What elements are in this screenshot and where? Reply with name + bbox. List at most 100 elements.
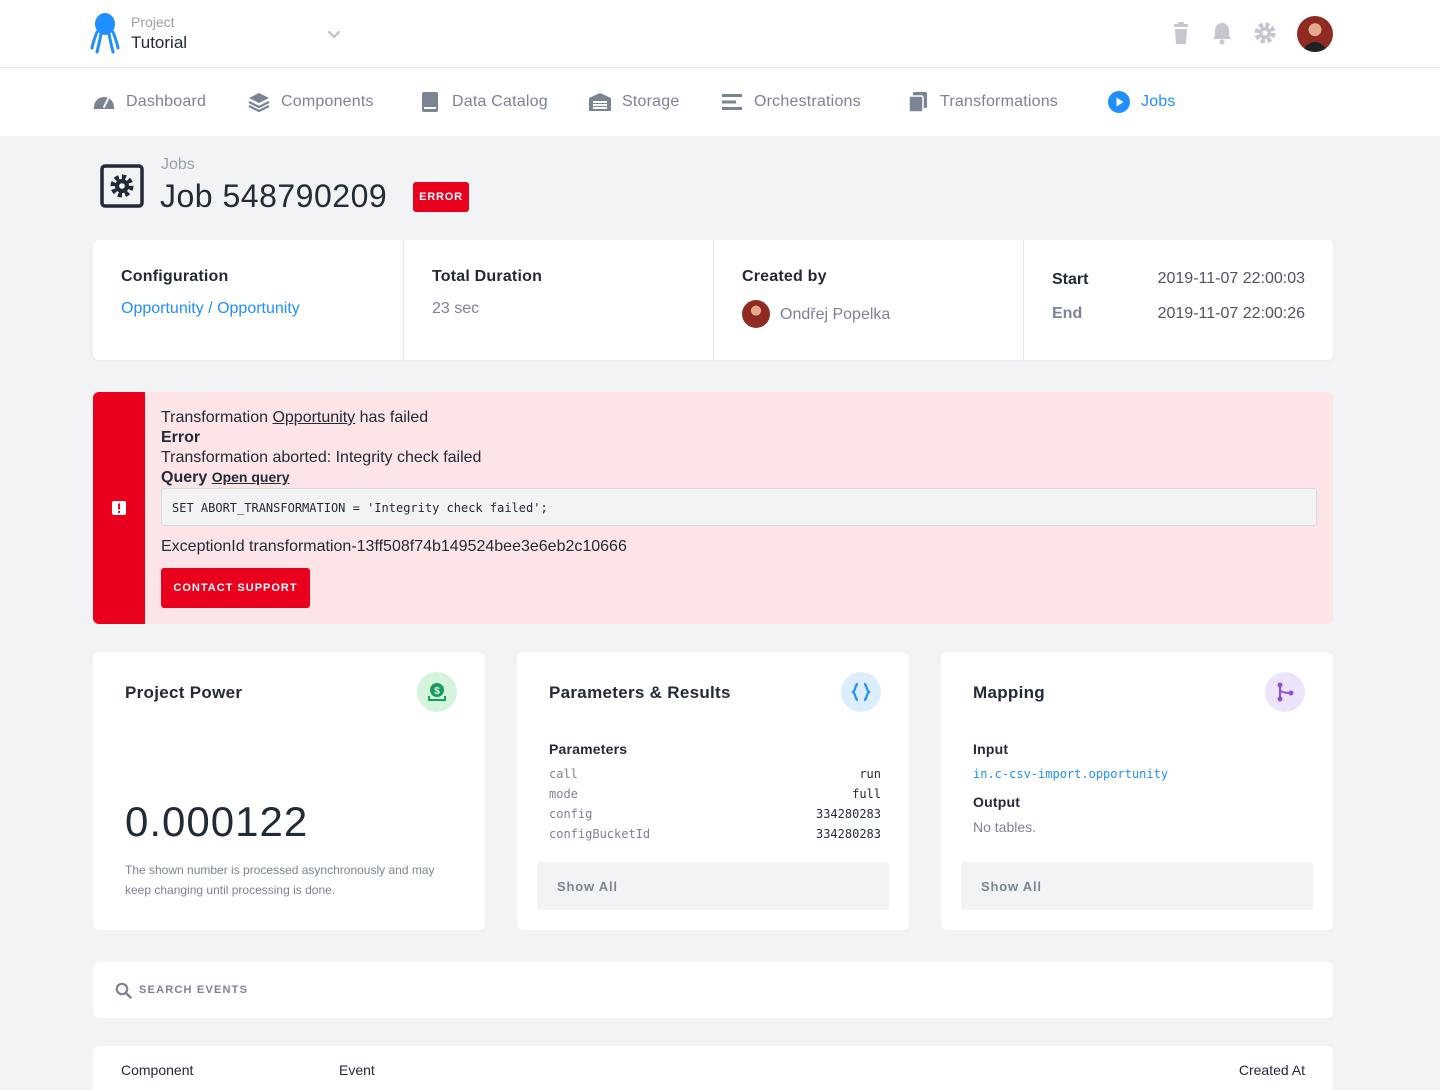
gear-icon[interactable] [1252,20,1278,46]
keboola-octopus-logo-icon[interactable] [90,12,120,56]
branch-icon [1265,672,1305,712]
time-column: Start 2019-11-07 22:00:03 End 2019-11-07… [1023,240,1333,360]
column-header-component: Component [121,1062,194,1078]
end-value: 2019-11-07 22:00:26 [1157,305,1305,322]
status-badge: ERROR [413,182,469,212]
query-row: Query Open query [161,469,290,487]
nav-label: Storage [622,93,680,110]
created-by-label: Created by [742,268,827,285]
parameter-value: 334280283 [815,807,881,821]
parameter-key: call [549,767,578,781]
alert-summary: Transformation Opportunity has failed [161,409,428,427]
project-power-card: Project Power $ 0.000122 The shown numbe… [93,652,485,930]
bars-icon [722,94,742,110]
query-code: SET ABORT_TRANSFORMATION = 'Integrity ch… [161,488,1317,526]
trash-icon[interactable] [1168,20,1194,46]
search-events [93,962,1333,1018]
money-icon: $ [417,672,457,712]
nav-label: Jobs [1141,93,1176,110]
show-all-mapping-button[interactable]: Show All [961,862,1313,910]
show-all-parameters-button[interactable]: Show All [537,862,889,910]
input-heading: Input [973,741,1009,757]
project-power-note: The shown number is processed asynchrono… [125,863,435,897]
start-value: 2019-11-07 22:00:03 [1157,270,1305,287]
svg-text:$: $ [434,686,440,697]
configuration-column: Configuration Opportunity / Opportunity [93,240,403,360]
exclamation-icon [112,501,126,515]
parameter-row: config 334280283 [549,807,881,821]
duration-label: Total Duration [432,268,543,285]
output-heading: Output [973,794,1021,810]
error-alert: Transformation Opportunity has failed Er… [93,392,1333,624]
copy-icon [908,92,927,113]
configuration-separator: / [208,300,213,317]
nav-item-storage[interactable]: Storage [588,68,679,136]
layers-icon [248,93,270,113]
error-message: Transformation aborted: Integrity check … [161,449,482,466]
exception-id: ExceptionId transformation-13ff508f74b14… [161,538,627,555]
bell-icon[interactable] [1209,20,1235,46]
nav-item-jobs[interactable]: Jobs [1107,68,1176,136]
created-by-column: Created by Ondřej Popelka [713,240,1023,360]
parameter-row: configBucketId 334280283 [549,827,881,841]
curly-braces-icon [841,672,881,712]
nav-item-components[interactable]: Components [247,68,374,136]
parameter-value: run [859,767,881,781]
play-circle-icon [1108,91,1130,113]
nav-item-dashboard[interactable]: Dashboard [92,68,206,136]
project-label: Project [131,14,175,30]
parameters-results-card: Parameters & Results Parameters call run… [517,652,909,930]
parameter-key: config [549,807,593,821]
avatar [742,300,770,328]
parameter-key: mode [549,787,578,801]
component-gear-box-icon [100,164,144,208]
created-by-name: Ondřej Popelka [780,306,891,323]
configuration-label: Configuration [121,268,229,285]
configuration-row-link[interactable]: Opportunity [217,300,300,317]
alert-bar [93,392,145,624]
mapping-card: Mapping Input in.c-csv-import.opportunit… [941,652,1333,930]
search-icon [115,982,132,999]
contact-support-button[interactable]: CONTACT SUPPORT [161,568,310,608]
error-heading: Error [161,429,201,446]
breadcrumb[interactable]: Jobs [161,156,195,174]
alert-summary-prefix: Transformation [161,409,268,426]
parameters-heading: Parameters [549,741,628,757]
output-empty: No tables. [973,819,1037,835]
nav-label: Components [281,93,374,110]
nav-label: Dashboard [126,93,207,110]
main-nav: Dashboard Components Data Catalog Storag… [0,68,1440,136]
duration-value: 23 sec [432,300,480,317]
project-name[interactable]: Tutorial [131,33,187,53]
warehouse-icon [589,93,611,111]
search-input[interactable] [139,976,1299,1004]
nav-label: Transformations [940,93,1058,110]
card-title: Mapping [973,683,1045,702]
input-table-link[interactable]: in.c-csv-import.opportunity [973,767,1168,781]
parameter-key: configBucketId [549,827,651,841]
open-query-link[interactable]: Open query [212,469,290,485]
column-header-event: Event [339,1062,375,1078]
parameter-value: full [852,787,881,801]
duration-column: Total Duration 23 sec [403,240,713,360]
book-icon [422,92,438,112]
user-avatar[interactable] [1297,16,1333,52]
chevron-down-icon[interactable] [325,25,343,43]
end-label: End [1052,305,1083,322]
configuration-link[interactable]: Opportunity [121,300,204,317]
top-bar: Project Tutorial [0,0,1440,68]
start-label: Start [1052,271,1089,288]
transformation-link[interactable]: Opportunity [272,409,355,426]
nav-item-orchestrations[interactable]: Orchestrations [720,68,861,136]
events-table: Component Event Created At [93,1046,1333,1090]
nav-item-data-catalog[interactable]: Data Catalog [418,68,548,136]
alert-summary-suffix: has failed [359,409,429,426]
job-info-card: Configuration Opportunity / Opportunity … [93,240,1333,360]
parameter-row: call run [549,767,881,781]
speedometer-icon [94,97,114,109]
query-heading: Query [161,469,208,486]
parameter-row: mode full [549,787,881,801]
nav-label: Data Catalog [452,93,548,110]
nav-item-transformations[interactable]: Transformations [906,68,1058,136]
parameter-value: 334280283 [815,827,881,841]
